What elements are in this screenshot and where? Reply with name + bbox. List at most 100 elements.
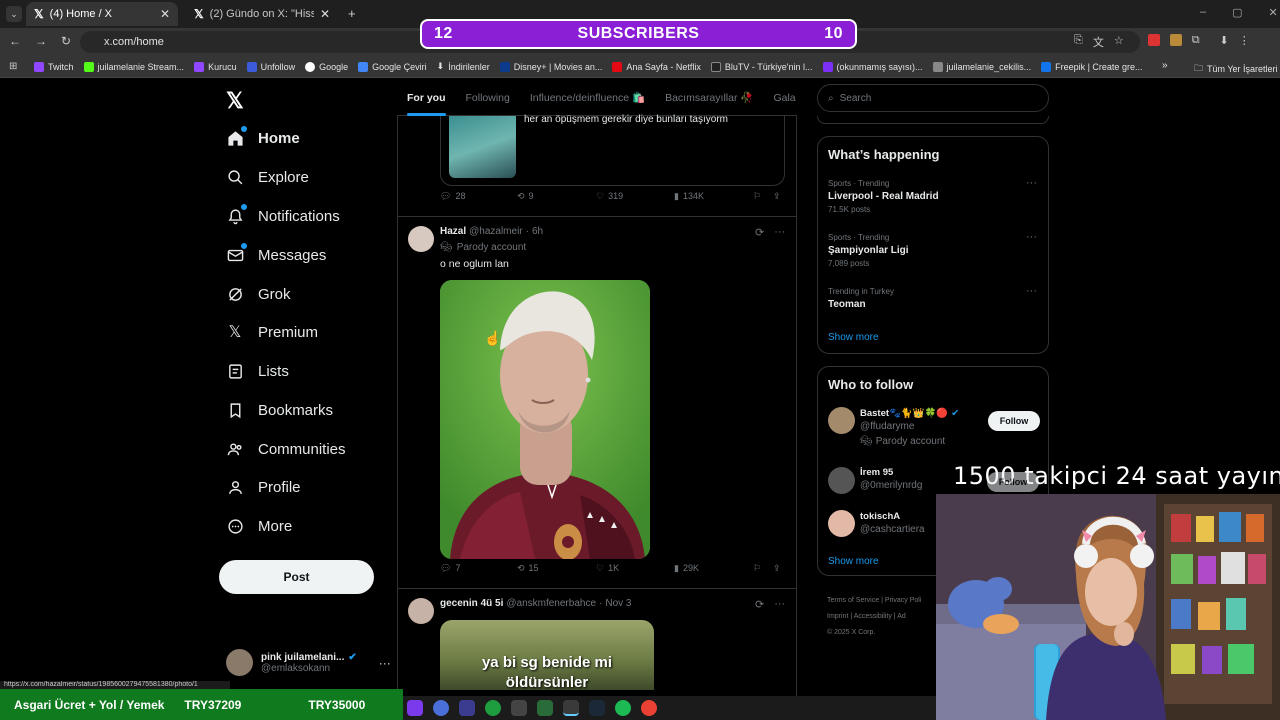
author-name[interactable]: gecenin 4ü 5i — [440, 598, 503, 609]
grok-icon[interactable]: ⟳ — [755, 598, 764, 611]
nav-home[interactable]: Home — [226, 125, 300, 147]
maximize-icon[interactable]: ▢ — [1232, 6, 1242, 19]
tab-home[interactable]: 𝕏 (4) Home / X ✕ — [26, 2, 178, 26]
author-name[interactable]: Hazal — [440, 226, 466, 237]
nav-messages[interactable]: Messages — [226, 242, 326, 264]
avatar[interactable] — [828, 467, 855, 494]
more-icon[interactable]: ··· — [1026, 177, 1037, 189]
footer-link[interactable]: Terms of Service — [827, 597, 879, 604]
share-icon[interactable]: ⇪ — [773, 563, 781, 574]
nav-premium[interactable]: 𝕏 Premium — [226, 323, 318, 342]
steam-icon[interactable] — [589, 700, 605, 716]
avatar[interactable] — [828, 510, 855, 537]
quoted-tweet-card[interactable]: her an öpüşmem gerekir diye bunları taşı… — [440, 114, 785, 186]
avatar[interactable] — [828, 407, 855, 434]
views-button[interactable]: ▮ 29K — [674, 563, 699, 574]
bookmark-item[interactable]: Kurucu — [194, 61, 237, 72]
bookmark-icon[interactable]: ⚐ — [753, 191, 761, 202]
retweet-button[interactable]: ⟲ 15 — [517, 563, 539, 574]
nav-communities[interactable]: Communities — [226, 440, 346, 458]
tweet-photo[interactable] — [440, 280, 650, 559]
bookmark-item[interactable]: ⬇ İndirilenler — [437, 61, 490, 72]
app-icon[interactable] — [459, 700, 475, 716]
all-bookmarks-folder[interactable]: 🗀 Tüm Yer İşaretleri — [1194, 61, 1278, 77]
extensions-icon[interactable]: ⧉ — [1192, 34, 1200, 50]
app-icon[interactable] — [511, 700, 527, 716]
nav-explore[interactable]: Explore — [226, 168, 309, 186]
xbox-icon[interactable] — [485, 700, 501, 716]
close-tab-icon[interactable]: ✕ — [160, 7, 170, 21]
menu-icon[interactable]: ⋮ — [1239, 34, 1250, 50]
grok-icon[interactable]: ⟳ — [755, 226, 764, 239]
more-bookmarks-icon[interactable]: » — [1162, 60, 1168, 71]
more-icon[interactable]: ··· — [1026, 285, 1037, 297]
footer-link[interactable]: Ad — [897, 613, 906, 620]
extension-icon[interactable] — [1169, 34, 1182, 46]
footer-link[interactable]: Imprint — [827, 613, 848, 620]
follow-button[interactable]: Follow — [987, 472, 1039, 492]
bookmark-item[interactable]: Twitch — [34, 61, 74, 72]
footer-link[interactable]: Accessibility — [854, 613, 892, 620]
extension-icon[interactable] — [1147, 34, 1160, 46]
install-icon[interactable]: ⎘ — [1074, 34, 1083, 50]
bookmark-item[interactable]: juilamelanie_cekilis... — [932, 61, 1031, 72]
author-handle[interactable]: @anskmfenerbahce — [506, 598, 596, 609]
more-icon[interactable]: ··· — [774, 226, 785, 239]
like-button[interactable]: ♡ 1K — [596, 563, 619, 574]
nav-notifications[interactable]: Notifications — [226, 203, 340, 225]
trend-item[interactable]: Sports · Trending Şampiyonlar Ligi 7,089… — [828, 233, 909, 268]
account-switcher[interactable]: pink juilamelani... ✔ @emlaksokann ··· — [226, 649, 391, 676]
more-icon[interactable]: ··· — [379, 656, 391, 670]
close-tab-icon[interactable]: ✕ — [320, 7, 330, 21]
reply-button[interactable]: 💬︎ 7 — [440, 563, 460, 574]
reload-icon[interactable]: ↻ — [61, 34, 71, 48]
tweet-time[interactable]: Nov 3 — [605, 598, 631, 609]
retweet-button[interactable]: ⟲ 9 — [517, 191, 534, 202]
footer-link[interactable]: Privacy Poli — [885, 597, 922, 604]
follow-suggestion[interactable]: Bastet🐾🐈👑🍀🔴 ✔ @ffudaryme 🎭︎ Parody account — [860, 408, 959, 447]
translate-icon[interactable]: 文 — [1093, 34, 1104, 50]
bookmark-item[interactable]: Google — [305, 61, 348, 72]
more-icon[interactable]: ··· — [774, 598, 785, 611]
nav-more[interactable]: More — [226, 517, 292, 535]
chrome-icon[interactable] — [641, 700, 657, 716]
bookmark-item[interactable]: (okunmamış sayısı)... — [822, 61, 923, 72]
more-icon[interactable]: ··· — [1026, 231, 1037, 243]
bookmark-item[interactable]: Google Çeviri — [358, 61, 427, 72]
bookmark-item[interactable]: Disney+ | Movies an... — [499, 61, 602, 72]
bookmark-item[interactable]: Ana Sayfa - Netflix — [612, 61, 701, 72]
profile-menu-icon[interactable]: ⬇ — [1220, 34, 1229, 50]
post-button[interactable]: Post — [219, 560, 374, 594]
trend-item[interactable]: Trending in Turkey Teoman — [828, 287, 894, 310]
bookmark-item[interactable]: Freepik | Create gre... — [1041, 61, 1142, 72]
nav-profile[interactable]: Profile — [226, 478, 301, 496]
tweet-time[interactable]: 6h — [532, 226, 543, 237]
tab-gala[interactable]: Gala — [773, 92, 795, 104]
chrome-icon[interactable] — [563, 700, 579, 716]
app-icon[interactable] — [433, 700, 449, 716]
forward-icon[interactable]: → — [35, 34, 47, 48]
tab-list-icon[interactable]: ⌄ — [6, 6, 22, 22]
quoted-tweet-image[interactable] — [449, 116, 516, 178]
trend-item[interactable]: Sports · Trending Liverpool - Real Madri… — [828, 179, 939, 214]
tab-gundo[interactable]: 𝕏 (2) Gündo on X: "Hissediyor mu ✕ — [186, 2, 338, 26]
avatar[interactable] — [408, 598, 434, 624]
app-icon[interactable] — [537, 700, 553, 716]
nav-lists[interactable]: Lists — [226, 362, 289, 380]
nav-bookmarks[interactable]: Bookmarks — [226, 401, 333, 419]
like-button[interactable]: ♡ 319 — [596, 191, 623, 202]
search-input[interactable]: ⌕ Search — [817, 84, 1049, 112]
close-window-icon[interactable]: ✕ — [1269, 6, 1278, 19]
spotify-icon[interactable] — [615, 700, 631, 716]
reply-button[interactable]: 💬︎ 28 — [440, 191, 465, 202]
views-button[interactable]: ▮ 134K — [674, 191, 704, 202]
app-icon[interactable] — [407, 700, 423, 716]
tab-bacimsarayillar[interactable]: Bacımsarayıllar 🥀 — [665, 91, 753, 104]
back-icon[interactable]: ← — [9, 34, 21, 48]
avatar[interactable] — [408, 226, 434, 252]
follow-suggestion[interactable]: tokischA @cashcartiera — [860, 511, 925, 535]
author-handle[interactable]: @hazalmeir — [469, 226, 523, 237]
bookmark-icon[interactable]: ⚐ — [753, 563, 761, 574]
tweet-photo[interactable]: ya bi sg benide mi öldürsünler — [440, 620, 654, 690]
share-icon[interactable]: ⇪ — [773, 191, 781, 202]
